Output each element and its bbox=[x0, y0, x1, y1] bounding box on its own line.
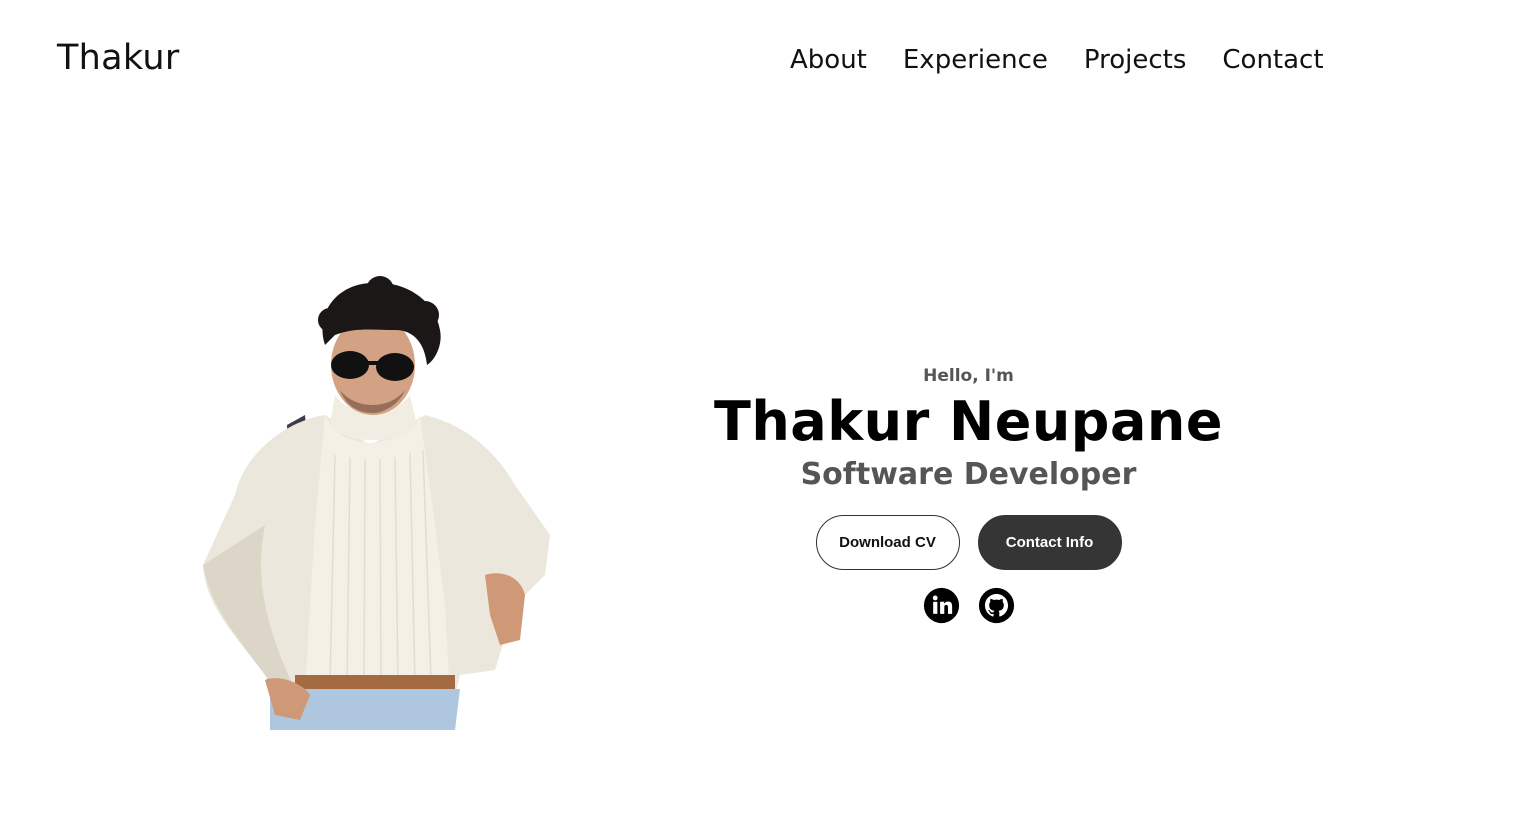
hero-section: Hello, I'm Thakur Neupane Software Devel… bbox=[700, 366, 1237, 624]
github-icon[interactable] bbox=[978, 587, 1015, 624]
hero-name: Thakur Neupane bbox=[714, 390, 1223, 453]
nav-experience[interactable]: Experience bbox=[903, 45, 1048, 75]
nav-projects[interactable]: Projects bbox=[1084, 45, 1187, 75]
nav-contact[interactable]: Contact bbox=[1222, 45, 1323, 75]
download-cv-button[interactable]: Download CV bbox=[815, 514, 960, 570]
social-links bbox=[700, 587, 1237, 624]
nav-about[interactable]: About bbox=[790, 45, 867, 75]
greeting-text: Hello, I'm bbox=[923, 366, 1014, 386]
linkedin-icon[interactable] bbox=[923, 587, 960, 624]
hero-buttons: Download CV Contact Info bbox=[700, 514, 1237, 570]
page: Thakur About Experience Projects Contact bbox=[0, 0, 1524, 835]
hero-role: Software Developer bbox=[800, 456, 1137, 492]
profile-picture bbox=[203, 276, 550, 730]
main-nav: About Experience Projects Contact bbox=[790, 45, 1324, 75]
site-logo[interactable]: Thakur bbox=[57, 38, 180, 78]
contact-info-button[interactable]: Contact Info bbox=[977, 514, 1122, 570]
